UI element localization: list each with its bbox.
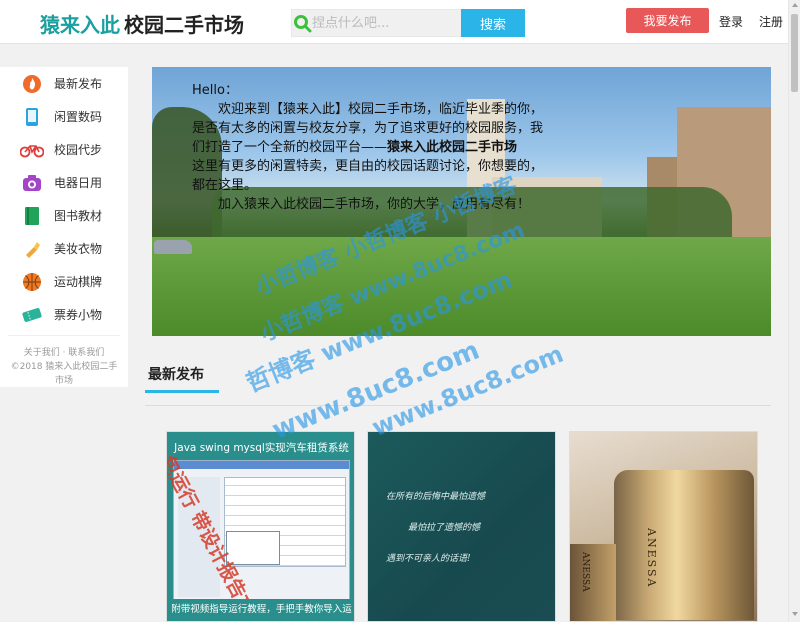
handwritten-note: 在所有的后悔中最怕遗憾 最怕拉了遗憾的憾 遇到不可亲人的话语! — [386, 492, 486, 564]
sidebar-item-label: 票券小物 — [54, 308, 103, 322]
fire-icon — [20, 73, 44, 95]
hero-banner: Hello： 欢迎来到【猿来入此】校园二手市场，临近毕业季的你，是否有太多的闲置… — [152, 67, 771, 336]
phone-icon — [20, 106, 44, 128]
scroll-down-arrow-icon[interactable] — [792, 612, 798, 616]
sidebar-item-books[interactable]: 图书教材 — [0, 199, 128, 232]
sidebar-item-latest[interactable]: 最新发布 — [0, 67, 128, 100]
banner-greeting: Hello： — [192, 83, 238, 98]
search-button[interactable]: 搜索 — [461, 9, 525, 37]
site-title: 校园二手市场 — [124, 13, 244, 37]
sidebar-item-digital[interactable]: 闲置数码 — [0, 100, 128, 133]
sidebar-item-label: 闲置数码 — [54, 110, 103, 124]
site-logo[interactable]: 猿来入此 校园二手市场 — [40, 9, 244, 38]
register-link[interactable]: 注册 — [759, 13, 783, 30]
book-icon — [20, 205, 44, 227]
sidebar-item-sports[interactable]: 运动棋牌 — [0, 265, 128, 298]
banner-paragraph-1: 欢迎来到【猿来入此】校园二手市场，临近毕业季的你，是否有太多的闲置与校友分享，为… — [192, 102, 544, 155]
sunscreen-bottle — [614, 470, 754, 620]
product-brand-text: ANESSA — [645, 528, 658, 589]
sidebar-item-label: 美妆衣物 — [54, 242, 103, 256]
product-card[interactable]: ANESSA ANESSA — [569, 431, 758, 622]
login-link[interactable]: 登录 — [719, 13, 743, 30]
page-scrollbar[interactable] — [788, 0, 800, 622]
sidebar-item-label: 运动棋牌 — [54, 275, 103, 289]
sidebar-item-label: 图书教材 — [54, 209, 103, 223]
scroll-up-arrow-icon[interactable] — [792, 3, 798, 7]
product-card[interactable]: Java swing mysql实现汽车租赁系统 包运行 带设计报告文档 附带视… — [166, 431, 355, 622]
sidebar-item-label: 最新发布 — [54, 77, 103, 91]
camera-icon — [20, 172, 44, 194]
search-box: 搜索 — [291, 9, 525, 37]
bicycle-icon — [20, 139, 44, 161]
section-title: 最新发布 — [148, 367, 204, 383]
sidebar-item-appliance[interactable]: 电器日用 — [0, 166, 128, 199]
search-icon — [294, 15, 312, 33]
brand-name: 猿来入此 — [40, 13, 120, 37]
basketball-icon — [20, 271, 44, 293]
banner-paragraph-2: 这里有更多的闲置特卖，更自由的校园话题讨论，你想要的，都在这里。 — [192, 159, 544, 193]
top-header: 猿来入此校园二手市场 搜索 我要发布 登录 注册 — [0, 0, 788, 44]
lipstick-icon — [20, 238, 44, 260]
sidebar-item-transport[interactable]: 校园代步 — [0, 133, 128, 166]
publish-button[interactable]: 我要发布 — [626, 8, 709, 33]
sidebar-item-beauty[interactable]: 美妆衣物 — [0, 232, 128, 265]
sidebar-item-label: 电器日用 — [54, 176, 103, 190]
category-sidebar: 最新发布 闲置数码 校园代步 电器日用 图书教材 美妆衣物 运动棋牌 票券小物 … — [0, 67, 128, 387]
card-caption: 附带视频指导运行教程，手把手教你导入运行 — [167, 599, 354, 621]
product-card[interactable]: 在所有的后悔中最怕遗憾 最怕拉了遗憾的憾 遇到不可亲人的话语! — [367, 431, 556, 622]
section-title-underline — [145, 390, 219, 393]
card-title: Java swing mysql实现汽车租赁系统 — [174, 442, 349, 454]
ticket-icon — [20, 304, 44, 326]
search-input[interactable] — [312, 10, 460, 36]
watermark-line-4: www.8uc8.com — [268, 335, 484, 446]
sidebar-footer: 关于我们 · 联系我们 ©2018 猿来入此校园二手市场 — [8, 335, 120, 388]
banner-paragraph-3: 加入猿来入此校园二手市场，你的大学，应用有尽有！ — [218, 197, 531, 212]
footer-links[interactable]: 关于我们 · 联系我们 — [8, 346, 120, 360]
watermark-line-5: www.8uc8.com — [368, 339, 568, 442]
scroll-thumb[interactable] — [791, 14, 798, 92]
product-brand-text-2: ANESSA — [580, 552, 590, 592]
sidebar-item-label: 校园代步 — [54, 143, 103, 157]
copyright-text: ©2018 猿来入此校园二手市场 — [10, 362, 118, 386]
banner-text: Hello： 欢迎来到【猿来入此】校园二手市场，临近毕业季的你，是否有太多的闲置… — [192, 81, 552, 214]
sidebar-item-tickets[interactable]: 票券小物 — [0, 298, 128, 331]
section-divider — [145, 405, 771, 406]
